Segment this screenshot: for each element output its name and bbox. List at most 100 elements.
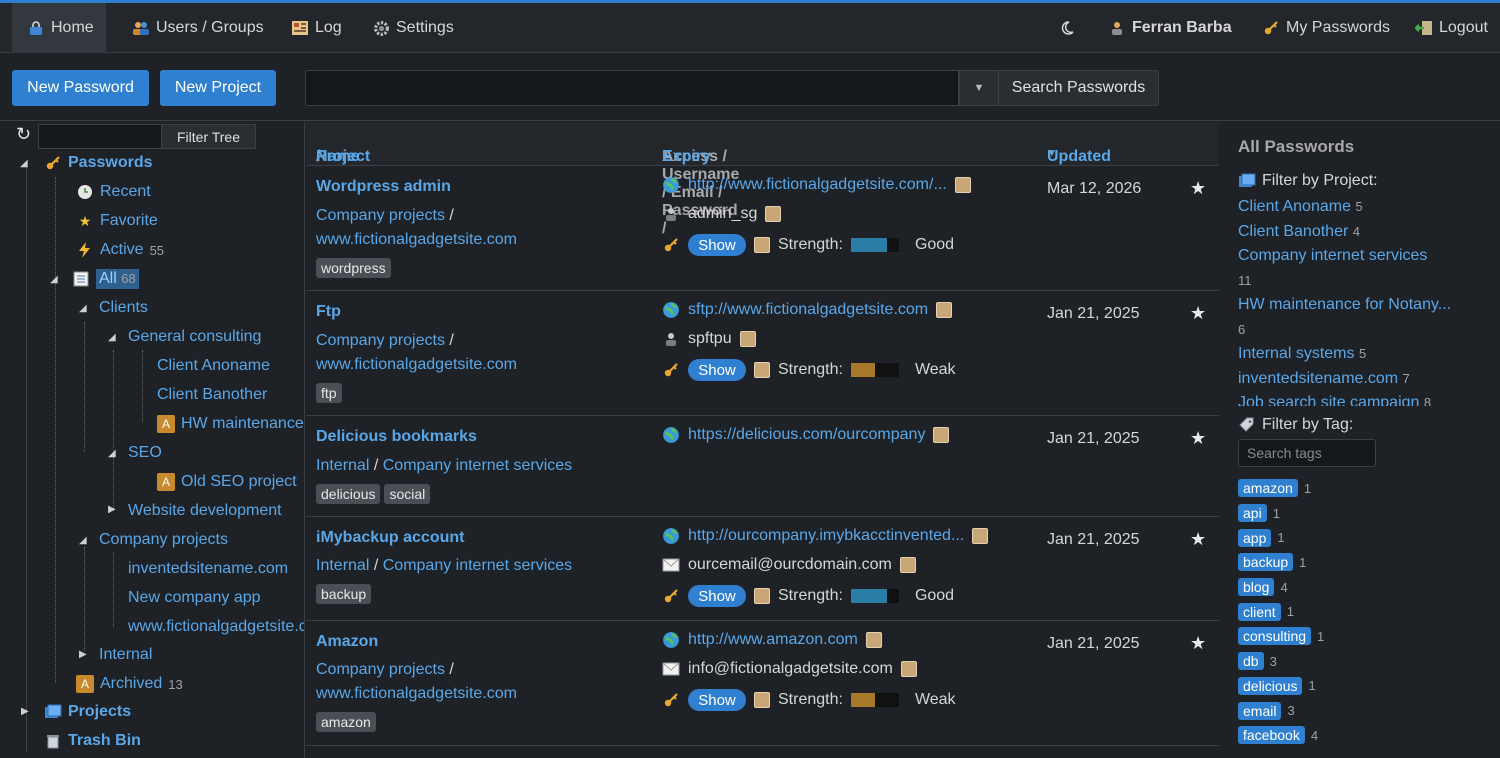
password-name-link[interactable]: Delicious bookmarks <box>316 428 477 446</box>
tree-active[interactable]: Active 55 <box>76 238 164 262</box>
copy-icon[interactable] <box>765 206 782 222</box>
tree-hw-maintenance[interactable]: A HW maintenance <box>157 412 304 436</box>
project-filter-item[interactable]: Internal systems 5 <box>1238 342 1493 367</box>
tree-internal[interactable]: Internal <box>99 643 152 667</box>
collapse-icon[interactable]: ◢ <box>79 535 87 546</box>
project-filter-item[interactable]: Job search site campaign 8 <box>1238 391 1493 406</box>
project-filter-item[interactable]: inventedsitename.com 7 <box>1238 367 1493 392</box>
project-parent-link[interactable]: Company projects <box>316 661 445 678</box>
tag-filter-item[interactable]: delicious 1 <box>1238 674 1493 699</box>
copy-icon[interactable] <box>739 331 756 347</box>
access-url-link[interactable]: https://delicious.com/ourcompany <box>688 426 925 444</box>
collapse-icon[interactable]: ◢ <box>50 274 58 285</box>
table-row[interactable]: Delicious bookmarks Internal / Company i… <box>306 416 1219 517</box>
project-parent-link[interactable]: Internal <box>316 557 369 574</box>
tag-filter-item[interactable]: client 1 <box>1238 599 1493 624</box>
tree-projects[interactable]: Projects <box>44 700 131 724</box>
search-input[interactable] <box>305 70 959 106</box>
show-password-button[interactable]: Show <box>688 585 746 607</box>
tree-client-anoname[interactable]: Client Anoname <box>157 354 270 378</box>
tree-general-consulting[interactable]: General consulting <box>128 325 261 349</box>
nav-logout[interactable]: Logout <box>1415 3 1488 53</box>
favorite-star-icon[interactable]: ★ <box>1190 303 1206 324</box>
project-filter-item[interactable]: Client Anoname 5 <box>1238 195 1493 220</box>
table-row[interactable]: Ftp Company projects / www.fictionalgadge… <box>306 291 1219 416</box>
tree-all[interactable]: All 68 <box>72 267 139 291</box>
copy-icon[interactable] <box>954 177 971 193</box>
nav-users-groups[interactable]: Users / Groups <box>132 3 264 53</box>
password-name-link[interactable]: Amazon <box>316 633 378 651</box>
tag-filter-item[interactable]: backup 1 <box>1238 550 1493 575</box>
collapse-icon[interactable]: ◢ <box>79 303 87 314</box>
tree-favorite[interactable]: ★ Favorite <box>76 209 158 233</box>
new-project-button[interactable]: New Project <box>160 70 276 106</box>
tree-clients[interactable]: Clients <box>99 296 148 320</box>
nav-log[interactable]: Log <box>291 3 342 53</box>
password-name-link[interactable]: Ftp <box>316 303 341 321</box>
theme-toggle[interactable] <box>1058 3 1076 53</box>
tree-company-projects[interactable]: Company projects <box>99 528 228 552</box>
favorite-star-icon[interactable]: ★ <box>1190 428 1206 449</box>
project-parent-link[interactable]: Internal <box>316 457 369 474</box>
filter-tree-button[interactable]: Filter Tree <box>161 124 256 149</box>
favorite-star-icon[interactable]: ★ <box>1190 178 1206 199</box>
access-url-link[interactable]: sftp://www.fictionalgadgetsite.com <box>688 301 928 319</box>
new-password-button[interactable]: New Password <box>12 70 149 106</box>
favorite-star-icon[interactable]: ★ <box>1190 633 1206 654</box>
nav-home[interactable]: Home <box>12 3 106 53</box>
expand-icon[interactable]: ▶ <box>108 504 116 515</box>
show-password-button[interactable]: Show <box>688 234 746 256</box>
access-url-link[interactable]: http://www.fictionalgadgetsite.com/... <box>688 176 947 194</box>
copy-icon[interactable] <box>899 557 916 573</box>
project-parent-link[interactable]: Company projects <box>316 207 445 224</box>
copy-icon[interactable] <box>754 692 770 708</box>
tree-seo[interactable]: SEO <box>128 441 162 465</box>
tag-chip[interactable]: backup <box>316 584 372 604</box>
tree-fictional-site[interactable]: www.fictionalgadgetsite.com <box>128 615 304 639</box>
access-url-link[interactable]: http://ourcompany.imybkacctinvented... <box>688 527 964 545</box>
copy-icon[interactable] <box>754 237 770 253</box>
project-parent-link[interactable]: Company projects <box>316 332 445 349</box>
expand-icon[interactable]: ▶ <box>79 649 87 660</box>
password-name-link[interactable]: iMybackup account <box>316 529 464 547</box>
table-row[interactable]: Wordpress admin Company projects / www.fi… <box>306 166 1219 291</box>
tree-website-dev[interactable]: Website development <box>128 499 282 523</box>
tree-old-seo[interactable]: A Old SEO project <box>157 470 297 494</box>
tag-filter-item[interactable]: api 1 <box>1238 501 1493 526</box>
copy-icon[interactable] <box>754 588 770 604</box>
tag-chip[interactable]: delicious <box>316 484 381 504</box>
project-link[interactable]: www.fictionalgadgetsite.com <box>316 356 517 373</box>
tag-filter-item[interactable]: consulting 1 <box>1238 624 1493 649</box>
tag-chip[interactable]: social <box>384 484 431 504</box>
tree-trash[interactable]: Trash Bin <box>44 729 141 753</box>
copy-icon[interactable] <box>865 632 882 648</box>
tree-client-banother[interactable]: Client Banother <box>157 383 267 407</box>
tag-filter-item[interactable]: app 1 <box>1238 525 1493 550</box>
tree-recent[interactable]: Recent <box>76 180 151 204</box>
tag-filter-item[interactable]: blog 4 <box>1238 575 1493 600</box>
search-dropdown-toggle[interactable]: ▼ <box>959 70 999 106</box>
show-password-button[interactable]: Show <box>688 689 746 711</box>
nav-settings[interactable]: Settings <box>372 3 454 53</box>
project-link[interactable]: Company internet services <box>383 557 572 574</box>
tag-search-input[interactable]: Search tags <box>1238 439 1376 467</box>
project-filter-item[interactable]: Company internet services 11 <box>1238 244 1493 293</box>
copy-icon[interactable] <box>972 528 989 544</box>
tag-filter-item[interactable]: amazon 1 <box>1238 476 1493 501</box>
project-filter-item[interactable]: Client Banother 4 <box>1238 220 1493 245</box>
nav-my-passwords[interactable]: My Passwords <box>1262 3 1390 53</box>
tree-inventedsitename[interactable]: inventedsitename.com <box>128 557 288 581</box>
project-filter-item[interactable]: HW maintenance for Notany... 6 <box>1238 293 1493 342</box>
tree-filter-input[interactable] <box>38 124 162 149</box>
tree-archived[interactable]: A Archived 13 <box>76 672 183 696</box>
refresh-icon[interactable]: ↻ <box>16 124 31 145</box>
tag-chip[interactable]: wordpress <box>316 258 391 278</box>
password-name-link[interactable]: Wordpress admin <box>316 178 451 196</box>
tag-filter-item[interactable]: email 3 <box>1238 698 1493 723</box>
collapse-icon[interactable]: ◢ <box>108 332 116 343</box>
copy-icon[interactable] <box>936 302 953 318</box>
project-link[interactable]: www.fictionalgadgetsite.com <box>316 685 517 702</box>
access-url-link[interactable]: http://www.amazon.com <box>688 631 858 649</box>
table-row[interactable]: iMybackup account Internal / Company int… <box>306 517 1219 621</box>
expand-icon[interactable]: ▶ <box>21 706 29 717</box>
